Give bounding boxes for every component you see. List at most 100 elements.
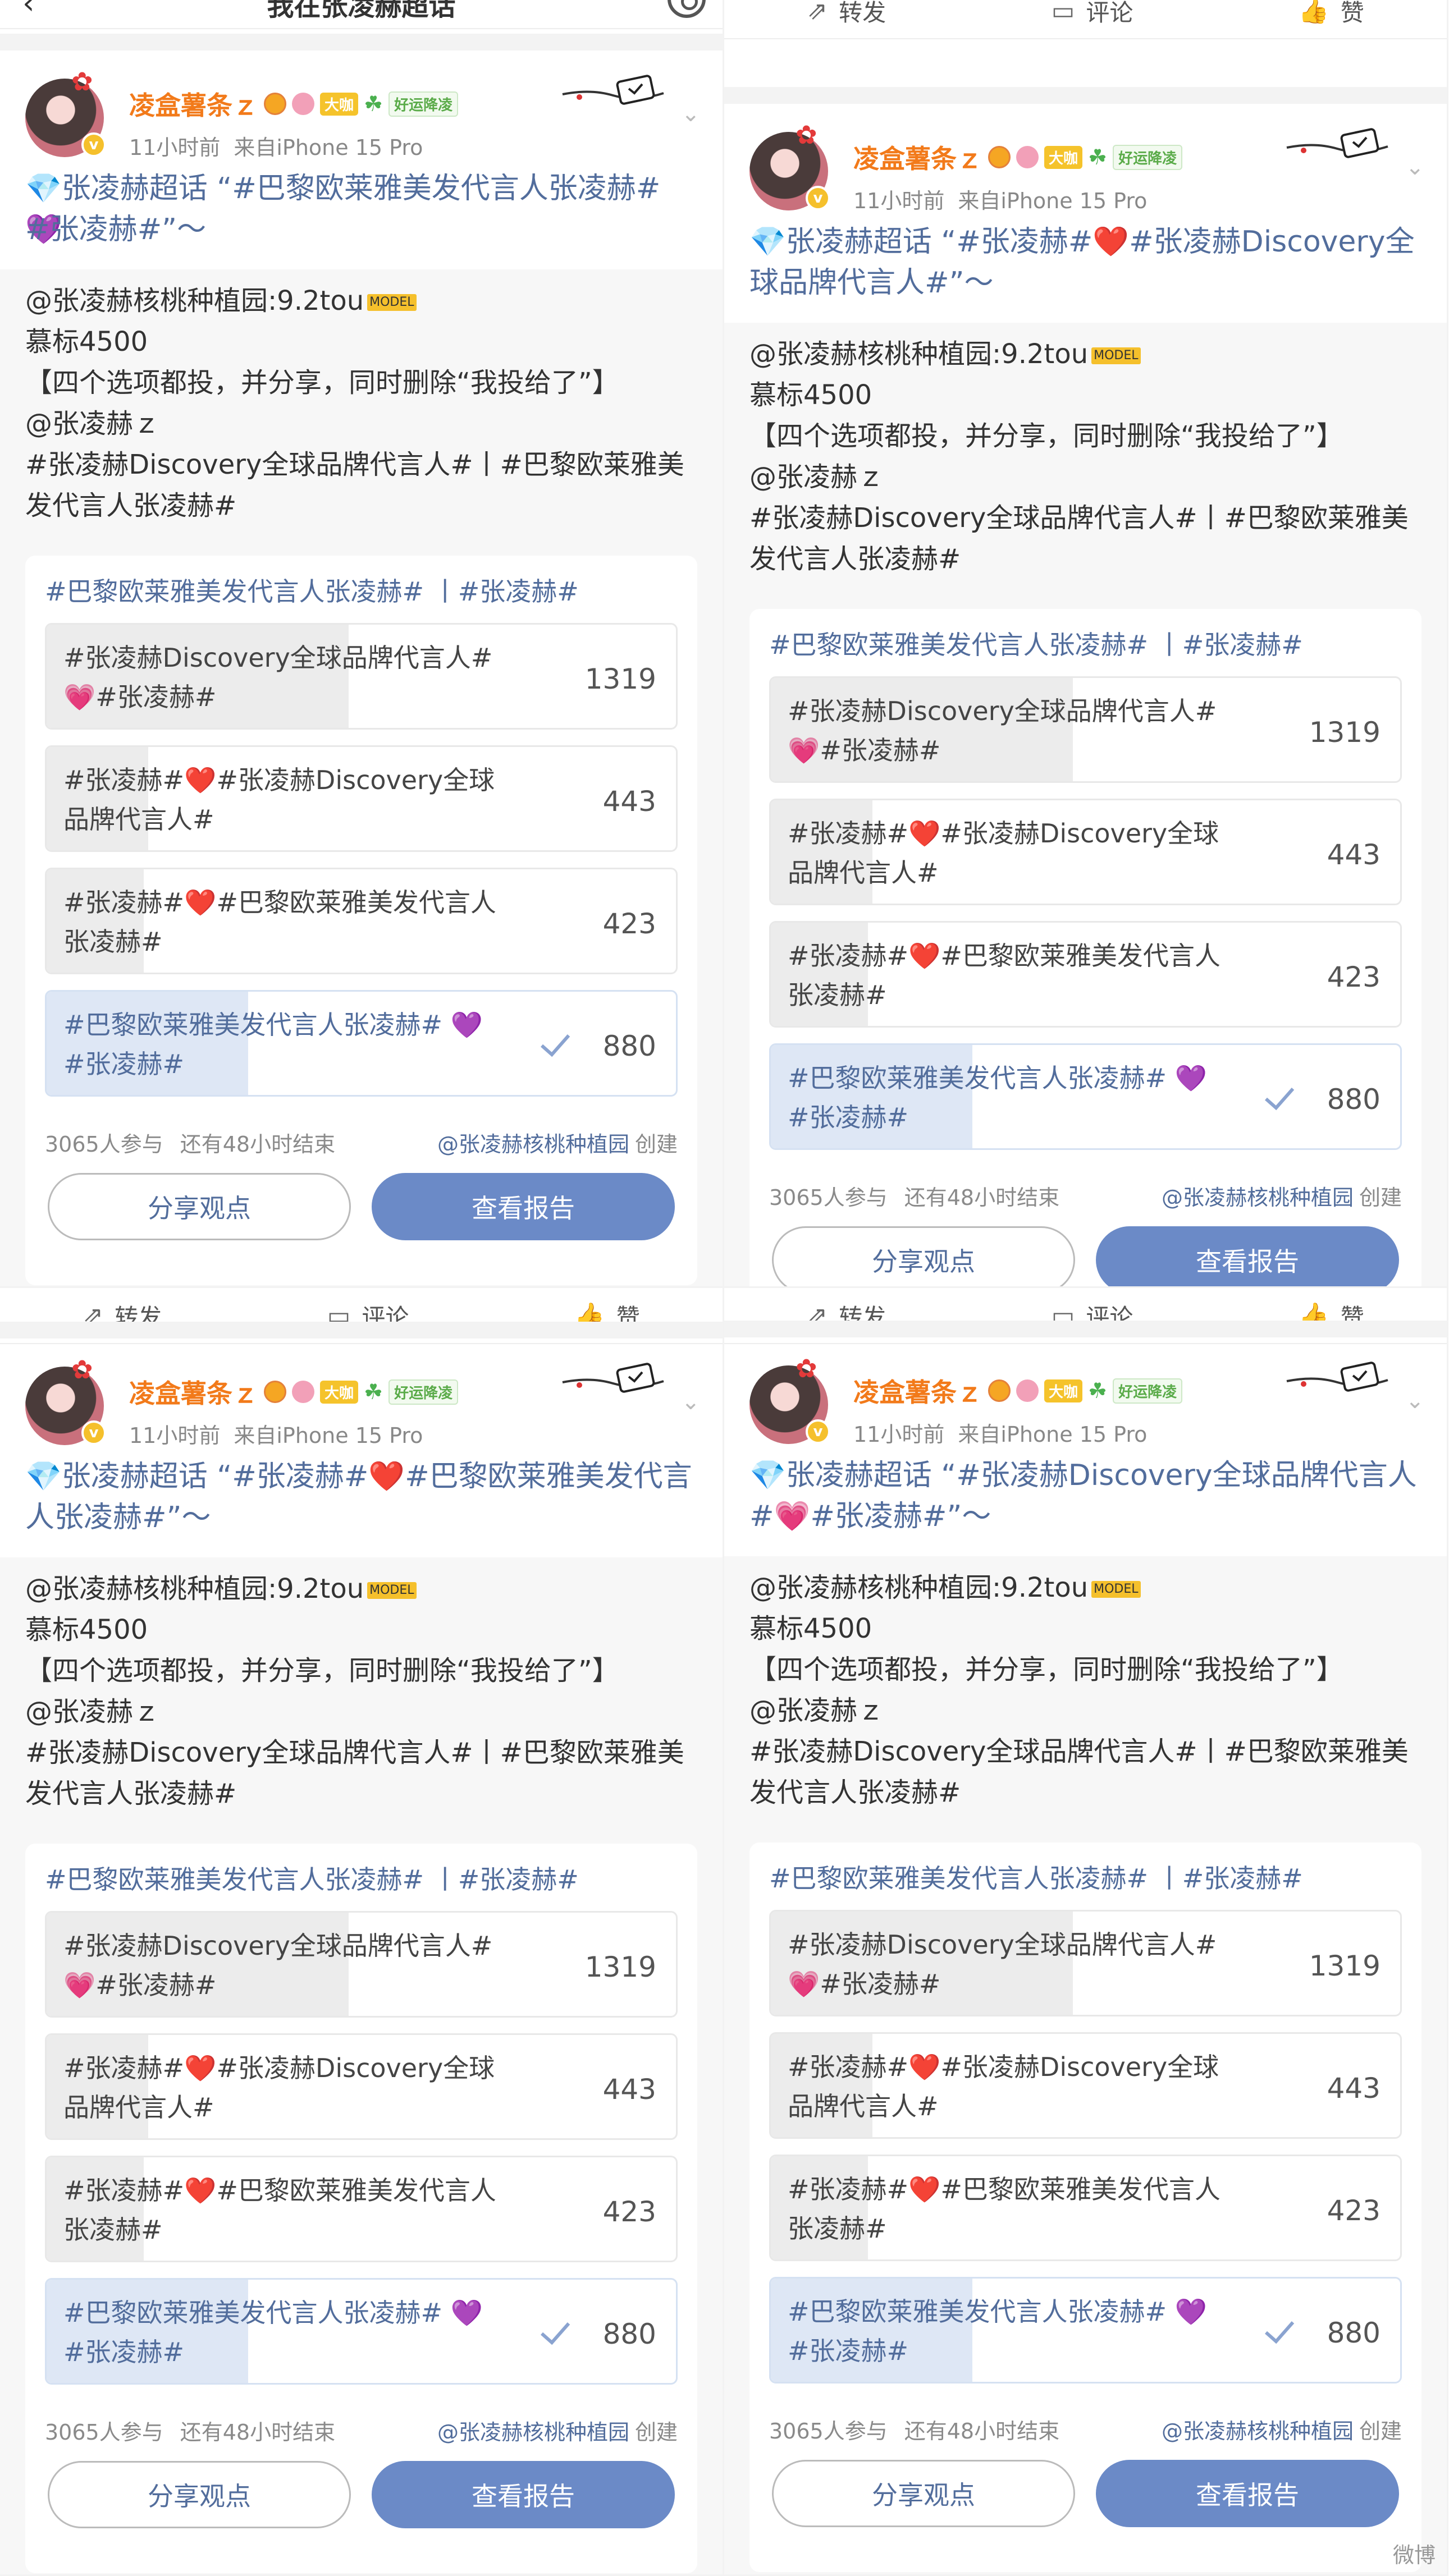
poll-creator-link[interactable]: @张凌赫核桃种植园 [1162,1185,1354,1210]
repost-text[interactable]: @张凌赫核桃种植园:9.2tou [749,338,1088,370]
poll-title[interactable]: #巴黎欧莱雅美发代言人张凌赫# 丨#张凌赫# [769,625,1303,662]
poll-option[interactable]: #巴黎欧莱雅美发代言人张凌赫# 💜 #张凌赫# 880 [769,2277,1402,2384]
repost-text-line: 慕标4500 [749,375,1424,416]
poll-option[interactable]: #张凌赫#❤️#张凌赫Discovery全球 品牌代言人# 443 [45,745,678,852]
repost-card: @张凌赫核桃种植园:9.2tou MODEL 慕标4500 【四个选项都投，并分享，同… [0,269,723,1286]
repost-text[interactable]: @张凌赫ｚ [25,1696,160,1727]
repost-text-line: @张凌赫ｚ [25,1692,700,1732]
username-row[interactable]: 凌盒薯条ｚ 大咖 ☘ 好运降凌 [129,1373,459,1410]
repost-text-line: #张凌赫Discovery全球品牌代言人#丨#巴黎欧莱雅美 [25,444,700,485]
action-repost[interactable]: ⇗ 转发 [807,0,886,28]
poll-option[interactable]: #张凌赫#❤️#张凌赫Discovery全球 品牌代言人# 443 [45,2033,678,2140]
poll-option[interactable]: #巴黎欧莱雅美发代言人张凌赫# 💜 #张凌赫# 880 [769,1043,1402,1150]
poll-option[interactable]: #巴黎欧莱雅美发代言人张凌赫# 💜 #张凌赫# 880 [45,990,678,1097]
poll-creator: @张凌赫核桃种植园 创建 [437,1127,678,1158]
poll-title[interactable]: #巴黎欧莱雅美发代言人张凌赫# 丨#张凌赫# [769,1858,1303,1895]
action-like[interactable]: 👍 赞 [1299,0,1364,28]
screenshot-panel: ⇗ 转发 ▭ 评论 👍 赞 ✿ v 凌盒薯条ｚ 大咖 ☘ 好运降凌 11小时前 来自iPhone 15 P… [724,0,1448,1288]
action-label: 赞 [1340,0,1364,26]
repost-text[interactable]: @张凌赫核桃种植园:9.2tou [25,1573,364,1605]
back-arrow-icon[interactable]: ‹ [22,0,35,19]
post-text-line: 💎张凌赫超话 “#张凌赫#❤️#巴黎欧莱雅美发代言 [25,1460,692,1493]
poll-option[interactable]: #张凌赫Discovery全球品牌代言人# 💗#张凌赫# 1319 [769,1910,1402,2016]
post-meta: 11小时前 来自iPhone 15 Pro [129,1418,423,1449]
poll-option[interactable]: #张凌赫#❤️#巴黎欧莱雅美发代言人 张凌赫# 423 [769,2155,1402,2261]
repost-text: 【四个选项都投，并分享，同时删除“我投给了”】 [749,1654,1343,1685]
chevron-down-icon[interactable]: ⌄ [681,1389,700,1415]
view-report-button[interactable]: 查看报告 [372,2461,675,2528]
post-source: 来自iPhone 15 Pro [234,1423,423,1448]
username-row[interactable]: 凌盒薯条ｚ 大咖 ☘ 好运降凌 [129,85,459,122]
chevron-down-icon[interactable]: ⌄ [1405,1388,1424,1414]
poll-option[interactable]: #张凌赫#❤️#张凌赫Discovery全球 品牌代言人# 443 [769,799,1402,905]
repost-text[interactable]: @张凌赫ｚ [749,1695,884,1726]
username-row[interactable]: 凌盒薯条ｚ 大咖 ☘ 好运降凌 [853,139,1183,176]
poll-title[interactable]: #巴黎欧莱雅美发代言人张凌赫# 丨#张凌赫# [45,571,579,608]
poll-card: #巴黎欧莱雅美发代言人张凌赫# 丨#张凌赫# #张凌赫Discovery全球品牌代… [25,1844,697,2573]
avatar[interactable]: ✿ v [749,120,830,210]
username[interactable]: 凌盒薯条ｚ [129,85,258,122]
poll-option-line: #张凌赫#❤️#张凌赫Discovery全球 [63,765,495,795]
username-row[interactable]: 凌盒薯条ｚ 大咖 ☘ 好运降凌 [853,1372,1183,1409]
poll-participants: 3065人参与 [769,1185,888,1210]
repost-text-line: @张凌赫核桃种植园:9.2tou MODEL [749,1567,1424,1608]
poll-option-votes: 880 [1327,1083,1381,1116]
action-bar: ⇗ 转发 ▭ 评论 👍 赞 [724,0,1447,39]
crown-badge-icon [988,146,1011,168]
avatar[interactable]: ✿ v [25,1354,106,1445]
poll-option[interactable]: #张凌赫Discovery全球品牌代言人# 💗#张凌赫# 1319 [769,676,1402,783]
action-label: 转发 [839,0,886,26]
poll-option[interactable]: #张凌赫#❤️#巴黎欧莱雅美发代言人 张凌赫# 423 [45,868,678,974]
verified-badge-icon: v [81,1420,106,1445]
avatar[interactable]: ✿ v [749,1353,830,1444]
poll-option[interactable]: #张凌赫#❤️#巴黎欧莱雅美发代言人 张凌赫# 423 [769,921,1402,1028]
repost-text-line: @张凌赫核桃种植园:9.2tou MODEL [25,281,700,322]
poll-option-line: #张凌赫Discovery全球品牌代言人# [788,1929,1217,1960]
username[interactable]: 凌盒薯条ｚ [129,1373,258,1410]
poll-option[interactable]: #张凌赫#❤️#巴黎欧莱雅美发代言人 张凌赫# 423 [45,2156,678,2262]
avatar[interactable]: ✿ v [25,66,106,157]
decoration-card-icon [557,1360,669,1399]
view-report-button[interactable]: 查看报告 [1096,2460,1399,2527]
divider [724,87,1447,104]
view-report-button[interactable]: 查看报告 [372,1173,675,1240]
view-report-button[interactable]: 查看报告 [1096,1226,1399,1286]
poll-option-votes: 423 [1327,961,1381,993]
clover-icon: ☘ [1088,1378,1108,1403]
username[interactable]: 凌盒薯条ｚ [853,1372,982,1409]
repost-text[interactable]: @张凌赫核桃种植园:9.2tou [25,285,364,317]
post-time: 11小时前 [129,135,221,160]
repost-text: #张凌赫Discovery全球品牌代言人#丨#巴黎欧莱雅美 [25,1737,684,1768]
poll-option-text: #张凌赫#❤️#张凌赫Discovery全球 品牌代言人# [788,814,1270,892]
poll-deadline: 还有48小时结束 [904,2419,1060,2444]
share-opinion-button[interactable]: 分享观点 [48,2461,351,2528]
post-source: 来自iPhone 15 Pro [958,189,1148,213]
poll-option[interactable]: #张凌赫#❤️#张凌赫Discovery全球 品牌代言人# 443 [769,2032,1402,2139]
settings-gear-icon[interactable] [668,0,706,18]
poll-option[interactable]: #巴黎欧莱雅美发代言人张凌赫# 💜 #张凌赫# 880 [45,2278,678,2385]
chevron-down-icon[interactable]: ⌄ [1405,154,1424,180]
poll-creator-link[interactable]: @张凌赫核桃种植园 [437,1132,629,1157]
repost-text[interactable]: @张凌赫核桃种植园:9.2tou [749,1572,1088,1603]
share-opinion-button[interactable]: 分享观点 [772,2460,1075,2527]
poll-option-votes: 423 [602,907,656,940]
crown-badge-icon [264,1381,286,1403]
poll-title[interactable]: #巴黎欧莱雅美发代言人张凌赫# 丨#张凌赫# [45,1859,579,1896]
share-opinion-button[interactable]: 分享观点 [48,1173,351,1240]
action-comment[interactable]: ▭ 评论 [1052,0,1133,28]
repost-text[interactable]: @张凌赫ｚ [749,461,884,493]
chevron-down-icon[interactable]: ⌄ [681,101,700,127]
share-opinion-button[interactable]: 分享观点 [772,1226,1075,1286]
poll-option[interactable]: #张凌赫Discovery全球品牌代言人# 💗#张凌赫# 1319 [45,623,678,730]
username[interactable]: 凌盒薯条ｚ [853,139,982,176]
divider [724,1321,1447,1337]
repost-text[interactable]: @张凌赫ｚ [25,408,160,439]
screenshot-panel: ‹我在张凌赫超话⇗转发▭评论👍赞✿v凌盒薯条ｚ大咖☘好运降凌11小时前来自iPh… [724,1288,1448,2576]
poll-option-text: #张凌赫#❤️#巴黎欧莱雅美发代言人 张凌赫# [788,936,1270,1015]
poll-creator: @张凌赫核桃种植园 创建 [437,2415,678,2446]
poll-option[interactable]: #张凌赫Discovery全球品牌代言人# 💗#张凌赫# 1319 [45,1911,678,2018]
model-icon: MODEL [1091,1581,1141,1598]
poll-creator-link[interactable]: @张凌赫核桃种植园 [437,2420,629,2445]
verified-badge-icon: v [806,1419,830,1444]
poll-creator-link[interactable]: @张凌赫核桃种植园 [1162,2419,1354,2444]
